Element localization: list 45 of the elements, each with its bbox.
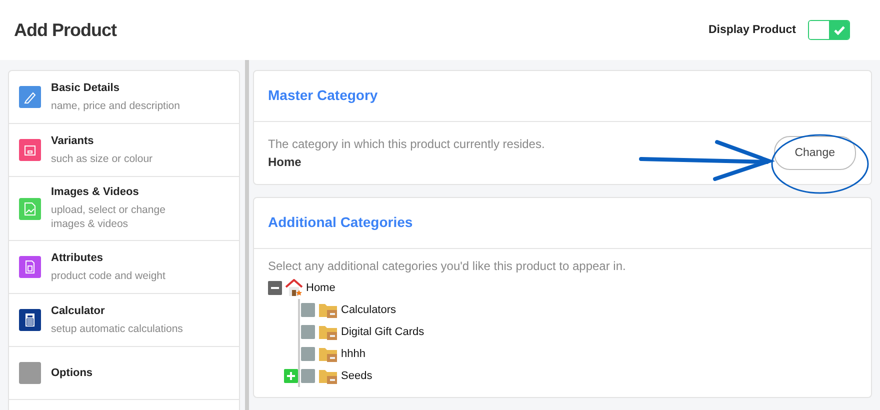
folder-icon <box>318 368 338 384</box>
section-subtitle: product code and weight <box>51 268 166 282</box>
plus-icon <box>286 371 296 381</box>
sidebar-item[interactable]: Calculator setup automatic calculations <box>9 294 239 347</box>
section-title: Options <box>51 367 93 379</box>
folder-icon <box>318 346 338 362</box>
section-subtitle: upload, select or change images & videos <box>51 203 166 231</box>
sidebar-item[interactable]: Images & Videos upload, select or change images & videos <box>9 177 239 241</box>
tree-checkbox[interactable] <box>301 369 315 383</box>
sidebar-item[interactable]: Basic Details name, price and description <box>9 71 239 124</box>
section-subtitle: setup automatic calculations <box>51 322 184 336</box>
display-toggle[interactable] <box>808 20 850 40</box>
card-title: Additional Categories <box>268 214 413 230</box>
collapse-toggle[interactable] <box>268 281 282 295</box>
section-title: Calculator <box>51 304 106 316</box>
category-label[interactable]: hhhh <box>341 348 366 360</box>
folder-icon <box>318 302 338 318</box>
expand-toggle[interactable] <box>284 369 298 383</box>
sidebar-item[interactable]: Attributes product code and weight <box>9 241 239 294</box>
house-icon <box>285 279 303 297</box>
section-title: Attributes <box>51 252 104 264</box>
section-subtitle: name, price and description <box>51 98 181 112</box>
scrollbar[interactable] <box>245 60 249 410</box>
tree-checkbox[interactable] <box>301 347 315 361</box>
check-icon <box>834 26 844 34</box>
category-label[interactable]: Seeds <box>341 370 372 382</box>
sidebar-item[interactable]: Options <box>9 347 239 400</box>
category-label[interactable]: Home <box>306 282 336 294</box>
tree-checkbox[interactable] <box>301 303 315 317</box>
current-category: Home <box>268 155 302 169</box>
section-subtitle: such as size or colour <box>51 152 154 166</box>
page-title: Add Product <box>14 20 116 40</box>
folder-icon <box>318 324 338 340</box>
section-title: Basic Details <box>51 82 120 94</box>
change-button[interactable]: Change <box>774 136 856 170</box>
card-description: Select any additional categories you'd like this product to appear in. <box>268 259 627 273</box>
category-label[interactable]: Calculators <box>341 304 396 316</box>
card-title: Master Category <box>268 87 378 103</box>
tree-checkbox[interactable] <box>301 325 315 339</box>
section-title: Variants <box>51 134 95 146</box>
toggle-label: Display Product <box>708 24 796 36</box>
card-description: The category in which this product currently resides. <box>268 137 545 151</box>
section-title: Images & Videos <box>51 186 140 198</box>
sidebar-item[interactable]: Variants such as size or colour <box>9 124 239 177</box>
category-label[interactable]: Digital Gift Cards <box>341 326 424 338</box>
